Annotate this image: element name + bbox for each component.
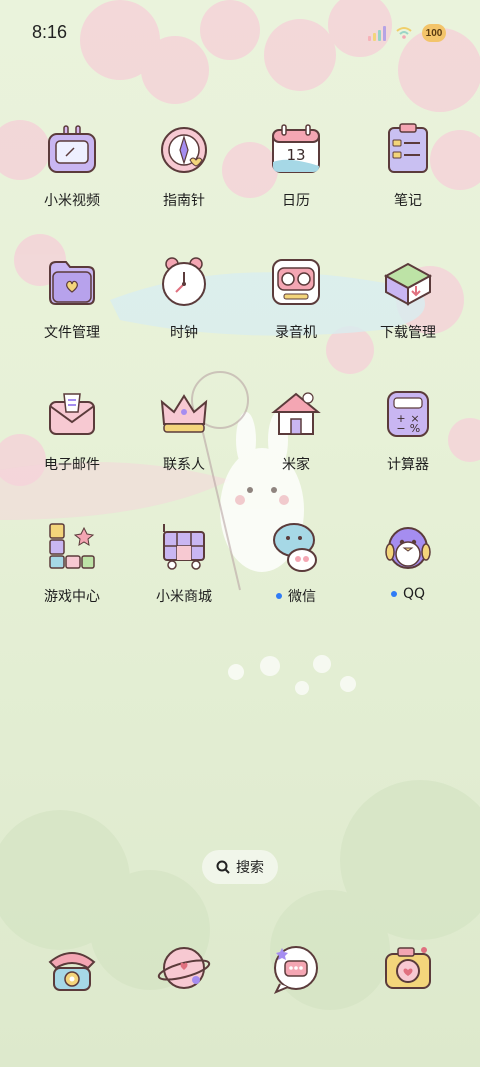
- app-label: 日历: [282, 193, 310, 209]
- app-clock[interactable]: 时钟: [128, 252, 240, 342]
- dock-browser[interactable]: [128, 938, 240, 998]
- compass-icon: [154, 120, 214, 180]
- wifi-icon: [396, 27, 412, 39]
- app-mijia[interactable]: 米家: [240, 384, 352, 474]
- mail-icon: [42, 384, 102, 444]
- camera-icon: [378, 938, 438, 998]
- search-icon: [216, 860, 230, 874]
- recorder-icon: [266, 252, 326, 312]
- app-label: 米家: [282, 457, 310, 473]
- clock-time: 8:16: [32, 22, 68, 42]
- search-button[interactable]: 搜索: [202, 850, 278, 884]
- app-qq[interactable]: QQ: [352, 516, 464, 606]
- app-label: QQ: [402, 586, 426, 602]
- tv-icon: [42, 120, 102, 180]
- browser-planet-icon: [154, 938, 214, 998]
- app-label: 游戏中心: [44, 589, 100, 605]
- new-indicator-dot: [276, 593, 282, 599]
- app-xiaomi-video[interactable]: 小米视频: [16, 120, 128, 210]
- app-file-manager[interactable]: 文件管理: [16, 252, 128, 342]
- notes-icon: [378, 120, 438, 180]
- phone-icon: [42, 938, 102, 998]
- app-label: 笔记: [394, 193, 422, 209]
- app-calculator[interactable]: + × − % 计算器: [352, 384, 464, 474]
- status-bar: 8:16 100: [0, 0, 480, 64]
- app-email[interactable]: 电子邮件: [16, 384, 128, 474]
- search-label: 搜索: [236, 860, 264, 876]
- app-compass[interactable]: 指南针: [128, 120, 240, 210]
- dock-messages[interactable]: [240, 938, 352, 998]
- app-label: 文件管理: [44, 325, 100, 341]
- clock-icon: [154, 252, 214, 312]
- folder-icon: [42, 252, 102, 312]
- app-contacts[interactable]: 联系人: [128, 384, 240, 474]
- signal-icon: [368, 25, 386, 41]
- app-label: 小米视频: [44, 193, 100, 209]
- calendar-day: 13: [286, 146, 305, 164]
- download-icon: [378, 252, 438, 312]
- wechat-icon: [266, 516, 326, 576]
- dock-phone[interactable]: [16, 938, 128, 998]
- app-mi-store[interactable]: 小米商城: [128, 516, 240, 606]
- app-label: 录音机: [275, 325, 317, 341]
- app-calendar[interactable]: 13 日历: [240, 120, 352, 210]
- svg-text:−: −: [396, 422, 405, 435]
- app-download-manager[interactable]: 下载管理: [352, 252, 464, 342]
- app-label: 小米商城: [156, 589, 212, 605]
- dock-camera[interactable]: [352, 938, 464, 998]
- battery-indicator: 100: [422, 24, 446, 42]
- app-notes[interactable]: 笔记: [352, 120, 464, 210]
- app-wechat[interactable]: 微信: [240, 516, 352, 606]
- app-recorder[interactable]: 录音机: [240, 252, 352, 342]
- app-grid: 小米视频 指南针 13 日历 笔记 文件管理 时钟 录音机 下载管理 电子邮件 …: [16, 120, 464, 648]
- app-label: 下载管理: [380, 325, 436, 341]
- calendar-icon: 13: [266, 120, 326, 180]
- app-label: 计算器: [387, 457, 429, 473]
- app-label: 时钟: [170, 325, 198, 341]
- game-icon: [42, 516, 102, 576]
- app-game-center[interactable]: 游戏中心: [16, 516, 128, 606]
- store-cart-icon: [154, 516, 214, 576]
- qq-penguin-icon: [378, 516, 438, 576]
- messages-icon: [266, 938, 326, 998]
- dock: [16, 938, 464, 998]
- app-label: 指南针: [163, 193, 205, 209]
- app-label: 微信: [288, 589, 316, 605]
- contacts-crown-icon: [154, 384, 214, 444]
- new-indicator-dot: [390, 591, 397, 597]
- svg-text:%: %: [410, 422, 420, 435]
- calculator-icon: + × − %: [378, 384, 438, 444]
- home-icon: [266, 384, 326, 444]
- app-label: 联系人: [163, 457, 205, 473]
- app-label: 电子邮件: [44, 457, 100, 473]
